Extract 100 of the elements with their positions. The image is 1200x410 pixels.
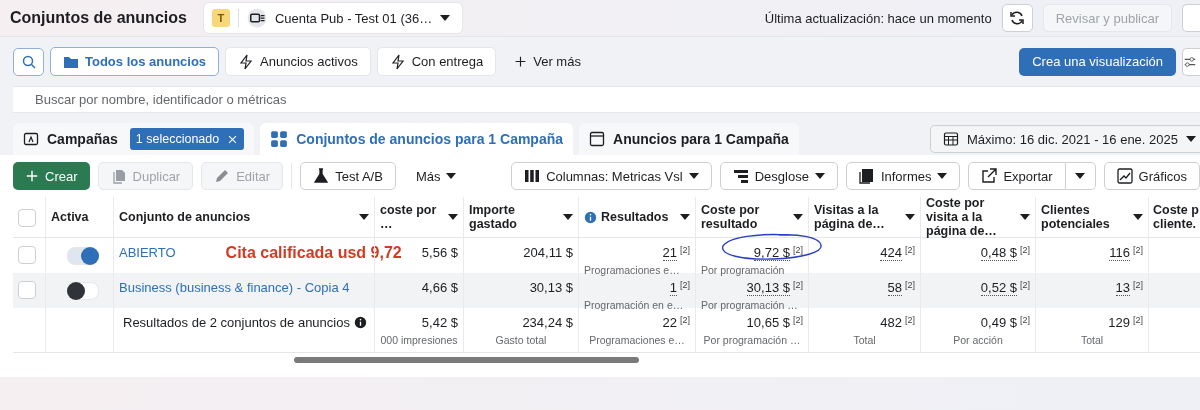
caret-icon bbox=[1186, 136, 1196, 142]
column-header[interactable]: Visitas a la página de… bbox=[814, 203, 901, 231]
lightning-icon bbox=[389, 53, 406, 70]
metric-caption: Programaciones e… bbox=[589, 334, 685, 346]
footnote-mark: [2] bbox=[793, 245, 803, 255]
metric-caption: Total bbox=[1080, 334, 1104, 346]
calendar-icon bbox=[942, 131, 959, 147]
account-selector[interactable]: T Cuenta Pub - Test 01 (36… bbox=[202, 2, 464, 34]
column-header[interactable]: Importe gastado bbox=[469, 203, 559, 231]
filter-button[interactable]: Todos los anuncios bbox=[50, 47, 220, 76]
column-header[interactable]: Activa bbox=[51, 210, 108, 224]
footnote-mark: [2] bbox=[793, 280, 803, 290]
footnote-mark: [2] bbox=[680, 315, 690, 325]
export-icon bbox=[981, 168, 998, 184]
sliders-icon bbox=[1183, 54, 1197, 69]
summary-label: Resultados de 2 conjuntos de anuncios bbox=[123, 315, 350, 330]
toolbar-button[interactable]: Columnas: Metricas Vsl bbox=[511, 162, 712, 190]
caret-icon bbox=[814, 173, 825, 179]
refresh-icon bbox=[1009, 10, 1026, 26]
metric-value: 30,13 $ bbox=[529, 280, 573, 295]
selection-chip[interactable]: 1 seleccionado bbox=[129, 128, 245, 150]
caret-icon bbox=[446, 173, 457, 179]
columns-icon bbox=[524, 168, 541, 184]
page-title: Conjuntos de anuncios bbox=[10, 9, 187, 27]
toolbar-button[interactable]: Desglose bbox=[719, 162, 838, 190]
ad-set-link[interactable]: ABIERTO bbox=[119, 245, 176, 260]
horizontal-scrollbar[interactable] bbox=[294, 357, 639, 363]
metric-value: 482 bbox=[880, 315, 902, 330]
plus-icon bbox=[514, 55, 528, 68]
search-button[interactable] bbox=[13, 47, 44, 76]
window-icon bbox=[589, 131, 606, 147]
create-view-button[interactable]: Crea una visualización bbox=[1019, 47, 1176, 76]
breakdown-icon bbox=[732, 168, 749, 184]
reports-icon bbox=[858, 168, 875, 184]
row-checkbox[interactable] bbox=[18, 281, 36, 299]
metric-caption: Programación en e… bbox=[584, 299, 684, 311]
more-menu-button[interactable]: Más bbox=[403, 162, 469, 190]
metric-value: 129 bbox=[1108, 315, 1130, 330]
last-update-text: Última actualización: hace un momento bbox=[764, 10, 992, 26]
filter-button[interactable]: Anuncios activos bbox=[225, 47, 371, 76]
metric-value: 30,13 $ bbox=[746, 280, 790, 296]
column-header[interactable]: Coste por resultado bbox=[701, 203, 789, 231]
toolbar-button[interactable]: Test A/B bbox=[300, 162, 396, 190]
caret-icon bbox=[440, 15, 451, 21]
close-icon bbox=[227, 133, 239, 145]
footnote-mark: [2] bbox=[1020, 315, 1030, 325]
column-header[interactable]: coste por … bbox=[380, 203, 444, 231]
account-name: Cuenta Pub - Test 01 (36… bbox=[274, 10, 433, 26]
metric-value: 0,52 $ bbox=[980, 280, 1017, 296]
column-header[interactable]: Coste p cliente. bbox=[1153, 203, 1200, 231]
export-menu-button[interactable] bbox=[1065, 162, 1096, 190]
flask-icon bbox=[313, 168, 330, 184]
metric-value: 424 bbox=[880, 245, 902, 261]
metric-value: 4,66 $ bbox=[421, 280, 458, 295]
view-tab[interactable]: Campañas 1 seleccionado bbox=[13, 123, 255, 155]
footnote-mark: [2] bbox=[1133, 245, 1143, 255]
metric-caption: Por acción bbox=[953, 334, 1003, 346]
sort-caret-icon bbox=[563, 214, 573, 220]
annotation-text: Cita calificada usd 9,72 bbox=[225, 244, 402, 262]
settings-button[interactable] bbox=[1182, 47, 1200, 76]
view-tab[interactable]: Anuncios para 1 Campaña bbox=[579, 123, 799, 155]
plus-icon bbox=[25, 169, 39, 183]
column-header[interactable]: Clientes potenciales bbox=[1041, 203, 1129, 231]
footnote-mark: [2] bbox=[680, 280, 690, 290]
view-tab[interactable]: Conjuntos de anuncios para 1 Campaña bbox=[260, 123, 574, 155]
column-header[interactable]: Resultados bbox=[601, 210, 676, 224]
toolbar-button[interactable]: Crear bbox=[13, 162, 90, 190]
footnote-mark: [2] bbox=[905, 315, 915, 325]
metric-caption: Por programación … bbox=[703, 334, 801, 346]
toolbar-button[interactable]: Informes bbox=[845, 162, 961, 190]
footnote-mark: [2] bbox=[1020, 280, 1030, 290]
ad-set-link[interactable]: Business (business & finance) - Copia 4 bbox=[119, 280, 350, 295]
search-field[interactable]: Buscar por nombre, identificador o métricas bbox=[13, 86, 1200, 113]
metric-value: 5,42 $ bbox=[421, 315, 458, 330]
grid-icon bbox=[270, 130, 289, 148]
refresh-button[interactable] bbox=[1001, 4, 1033, 32]
column-header[interactable]: Coste por visita a la página de… bbox=[926, 197, 1016, 238]
info-icon bbox=[584, 210, 597, 224]
metric-caption: 000 impresiones bbox=[380, 334, 458, 346]
metric-value: 9,72 $ bbox=[753, 245, 790, 261]
metric-value: 10,65 $ bbox=[746, 315, 790, 330]
toolbar-button[interactable]: Gráficos bbox=[1103, 162, 1200, 190]
metric-caption: Por programación bbox=[701, 264, 785, 276]
column-header[interactable]: Conjunto de anuncios bbox=[119, 210, 355, 224]
toggle-switch[interactable] bbox=[67, 282, 99, 300]
date-range-picker[interactable]: Máximo: 16 dic. 2021 - 16 ene. 2025 bbox=[929, 125, 1200, 153]
sort-caret-icon bbox=[1133, 214, 1143, 220]
metric-value: 0,49 $ bbox=[980, 315, 1017, 330]
toggle-switch[interactable] bbox=[67, 247, 99, 265]
see-more-button[interactable]: Ver más bbox=[502, 47, 593, 76]
sort-caret-icon bbox=[1020, 214, 1030, 220]
metric-caption: Por programación … bbox=[701, 299, 798, 311]
account-badge: T bbox=[211, 9, 230, 27]
row-checkbox[interactable] bbox=[18, 246, 36, 264]
metric-value: 58 bbox=[887, 280, 902, 296]
campaign-icon bbox=[23, 131, 39, 147]
export-button[interactable]: Exportar bbox=[968, 162, 1066, 190]
filter-button[interactable]: Con entrega bbox=[376, 47, 497, 76]
select-all-checkbox[interactable] bbox=[18, 208, 36, 227]
ad-account-icon bbox=[246, 8, 267, 28]
